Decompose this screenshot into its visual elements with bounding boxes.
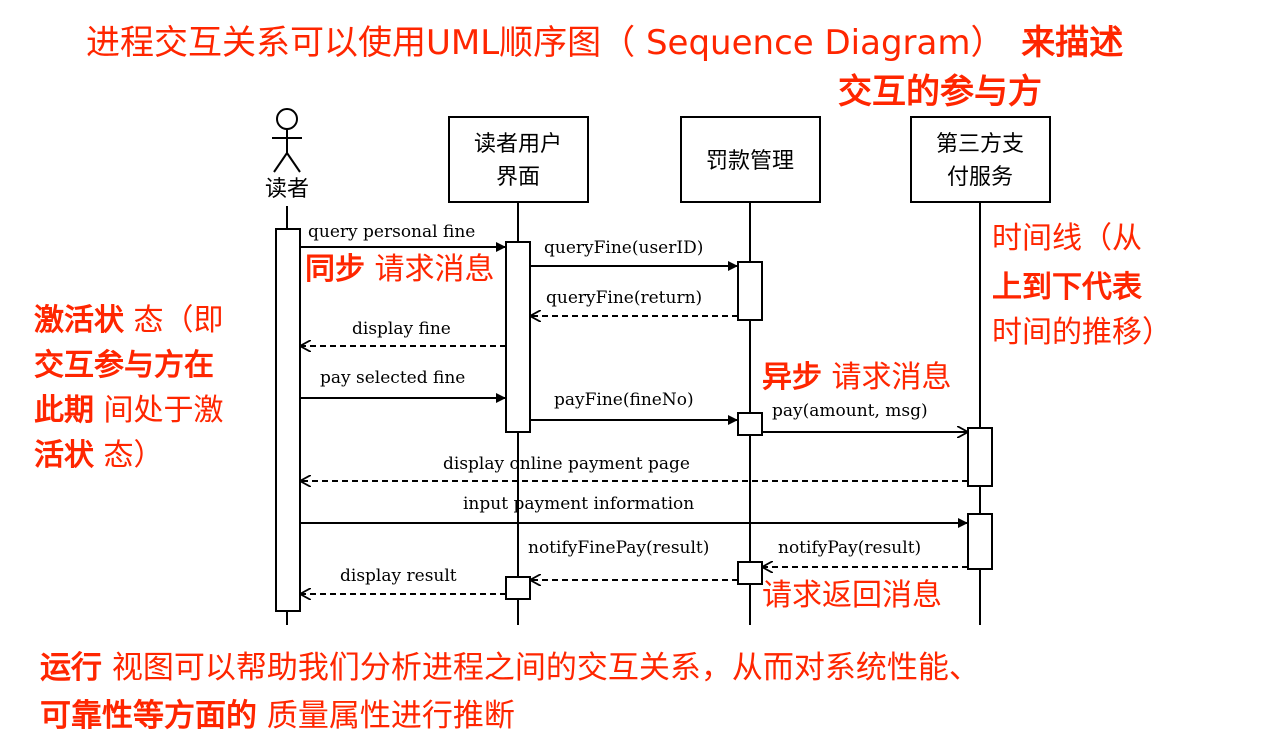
message-pay-fine-fineno: payFine(fineNo)	[530, 390, 738, 425]
actor-leg-left	[273, 152, 288, 173]
participant-label: 罚款管理	[706, 149, 794, 174]
footer-line1: 运行 视图可以帮助我们分析进程之间的交互关系，从而对系统性能、	[40, 650, 980, 686]
message-query-fine-userid: queryFine(userID)	[530, 238, 738, 271]
annotation-activation-line3: 此期 间处于激	[34, 393, 224, 428]
message-label: pay selected fine	[320, 368, 465, 388]
message-display-result: display result	[300, 566, 506, 594]
annotation-activation-line4-normal: 态）	[104, 438, 164, 473]
actor-reader: 读者	[265, 108, 309, 202]
annotation-activation-line4-bold: 活状	[34, 438, 95, 473]
annotation-activation-line3-bold: 此期	[34, 393, 94, 428]
participant-label-line2: 界面	[496, 165, 540, 190]
actor-head-icon	[276, 108, 298, 130]
message-pay-amount-msg: pay(amount, msg)	[762, 401, 968, 432]
message-label: queryFine(userID)	[544, 238, 703, 258]
message-query-personal-fine: query personal fine	[300, 222, 506, 252]
footer-line1-bold: 运行	[40, 650, 102, 686]
message-label: display online payment page	[443, 454, 690, 474]
activation-bar-reader	[275, 228, 301, 612]
annotation-activation-line2: 交互参与方在	[34, 348, 214, 383]
heading-line1: 进程交互关系可以使用UML顺序图（ Sequence Diagram） 来描述	[86, 23, 1123, 63]
message-label: input payment information	[463, 494, 694, 514]
participant-third-party-payment: 第三方支 付服务	[910, 116, 1051, 203]
participant-reader-ui: 读者用户 界面	[448, 116, 589, 203]
message-label: notifyPay(result)	[778, 538, 921, 558]
heading-line2: 交互的参与方	[838, 72, 1042, 112]
activation-bar-fine-2	[737, 412, 763, 436]
message-notify-fine-pay: notifyFinePay(result)	[528, 538, 709, 558]
heading-line1-bold: 来描述	[1021, 23, 1123, 63]
message-label: display fine	[352, 319, 451, 339]
annotation-activation-line1: 激活状 态（即	[34, 303, 224, 338]
annotation-timeline-line2: 上到下代表	[992, 270, 1142, 305]
message-notify-pay: notifyPay(result)	[762, 538, 968, 567]
annotation-activation-line4: 活状 态）	[34, 438, 164, 473]
participant-label-line1: 读者用户	[474, 132, 562, 157]
message-query-fine-return: queryFine(return)	[530, 288, 738, 316]
activation-bar-fine-1	[737, 261, 763, 321]
message-label: display result	[340, 566, 457, 586]
sequence-diagram-slide: 进程交互关系可以使用UML顺序图（ Sequence Diagram） 来描述 …	[34, 23, 1172, 734]
message-display-fine: display fine	[300, 319, 506, 346]
annotation-activation-line3-normal: 间处于激	[104, 393, 224, 428]
message-label: queryFine(return)	[546, 288, 702, 308]
annotation-async-bold: 异步	[762, 360, 822, 395]
message-label: payFine(fineNo)	[554, 390, 694, 410]
footer-line2: 可靠性等方面的 质量属性进行推断	[40, 698, 515, 734]
activation-bar-pay-1	[967, 427, 993, 487]
participant-label-line1: 第三方支	[936, 132, 1024, 157]
actor-leg-right	[286, 152, 301, 173]
message-pay-selected-fine: pay selected fine	[300, 368, 506, 403]
annotation-async-normal: 请求消息	[832, 360, 952, 395]
activation-bar-fine-3	[737, 561, 763, 585]
annotation-sync-bold: 同步	[305, 252, 365, 287]
annotation-activation-line1-bold: 激活状	[34, 303, 125, 338]
footer-line2-bold: 可靠性等方面的	[40, 698, 257, 734]
activation-bar-ui-2	[505, 576, 531, 600]
activation-bar-ui-1	[505, 241, 531, 433]
annotation-sync-normal: 请求消息	[375, 252, 495, 287]
annotation-timeline-line1: 时间线（从	[992, 221, 1142, 256]
message-label: notifyFinePay(result)	[528, 538, 709, 558]
annotation-timeline-line3: 时间的推移）	[992, 315, 1172, 350]
footer-line1-normal: 视图可以帮助我们分析进程之间的交互关系，从而对系统性能、	[112, 650, 980, 686]
heading-line1-normal: 进程交互关系可以使用UML顺序图（ Sequence Diagram）	[86, 23, 1004, 63]
activation-bar-pay-2	[967, 513, 993, 570]
participant-fine-management: 罚款管理	[680, 116, 821, 203]
participant-label-line2: 付服务	[947, 165, 1013, 190]
footer-line2-normal: 质量属性进行推断	[267, 698, 515, 734]
annotation-sync-request: 同步 请求消息	[305, 252, 495, 287]
message-input-payment-information: input payment information	[300, 494, 968, 528]
message-label: pay(amount, msg)	[772, 401, 928, 421]
annotation-async-request: 异步 请求消息	[762, 360, 952, 395]
message-display-online-payment-page: display online payment page	[300, 454, 968, 481]
actor-label: 读者	[265, 177, 309, 202]
message-label: query personal fine	[308, 222, 475, 242]
annotation-return-message: 请求返回消息	[762, 578, 942, 613]
annotation-activation-line1-normal: 态（即	[134, 303, 224, 338]
